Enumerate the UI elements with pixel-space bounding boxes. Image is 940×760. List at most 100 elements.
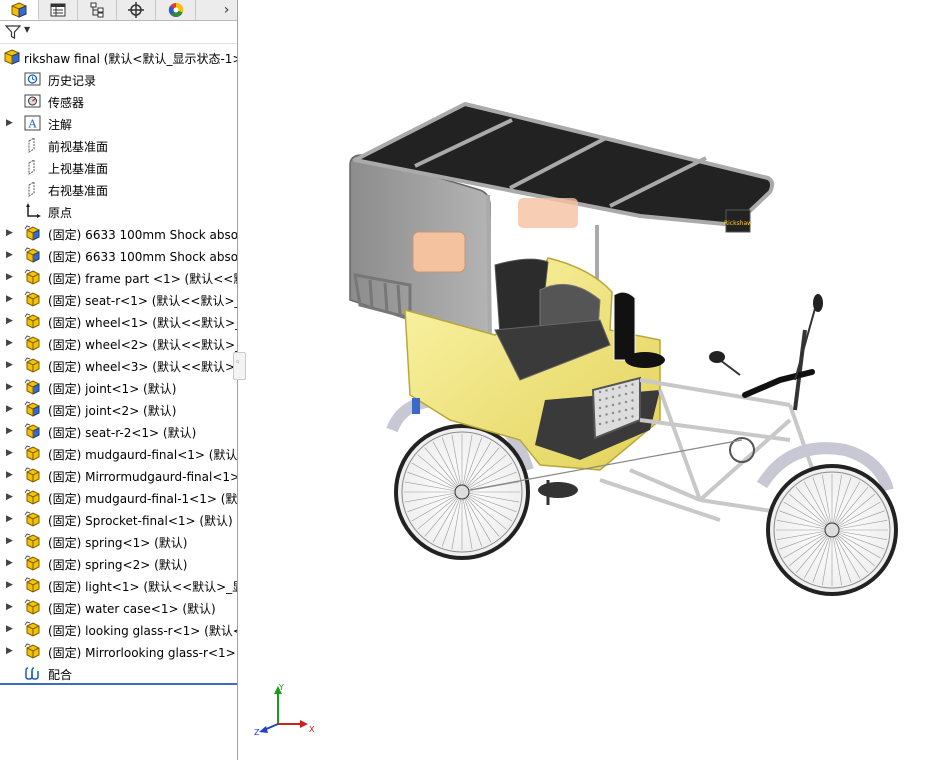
color-wheel-icon <box>168 3 183 18</box>
svg-text:Rickshaw: Rickshaw <box>724 220 752 227</box>
property-manager-tab[interactable] <box>39 0 78 20</box>
expand-arrow-icon[interactable]: ▶ <box>6 337 16 349</box>
tree-item[interactable]: ▶ (固定) Sprocket-final<1> (默认) <box>0 508 237 530</box>
tree-item-label: (固定) frame part <1> (默认<<默认 <box>48 272 237 286</box>
expand-arrow-icon[interactable]: ▶ <box>6 315 16 327</box>
feature-manager-panel: › ▼ rikshaw final (默认<默认_显示状态-1>) 历史记录 传感器… <box>0 0 238 760</box>
tree-item-label: (固定) Mirrorlooking glass-r<1> <box>48 646 236 660</box>
expand-arrow-icon[interactable]: ▶ <box>6 227 16 239</box>
tree-item[interactable]: 配合 <box>0 662 237 684</box>
tree-item-label: (固定) 6633 100mm Shock absorber <box>48 228 237 242</box>
tree-item[interactable]: 历史记录 <box>0 68 237 90</box>
tree-item[interactable]: 原点 <box>0 200 237 222</box>
tree-item-label: (固定) mudgaurd-final<1> (默认) <box>48 448 237 462</box>
expand-arrow-icon[interactable]: ▶ <box>6 469 16 481</box>
origin-icon <box>24 203 42 219</box>
tree-item[interactable]: ▶ (固定) 6633 100mm Shock absorber <box>0 244 237 266</box>
expand-arrow-icon[interactable]: ▶ <box>6 601 16 613</box>
expand-arrow-icon[interactable]: ▶ <box>6 403 16 415</box>
tab-scroll-right-icon[interactable]: › <box>216 0 237 20</box>
tree-item[interactable]: ▶ (固定) spring<2> (默认) <box>0 552 237 574</box>
expand-arrow-icon[interactable]: ▶ <box>6 249 16 261</box>
part-icon <box>24 577 42 593</box>
mirror-left <box>709 351 725 363</box>
graphics-viewport[interactable]: Rickshaw Y X Z <box>238 0 940 760</box>
part-icon <box>24 643 42 659</box>
handlebar <box>742 369 815 398</box>
triad-x-label: X <box>309 725 315 734</box>
axis-triad: Y X Z <box>254 683 315 737</box>
tree-item[interactable]: 传感器 <box>0 90 237 112</box>
feature-manager-icon <box>11 1 27 18</box>
tree-item[interactable]: ▶ (固定) wheel<1> (默认<<默认>_显 <box>0 310 237 332</box>
expand-arrow-icon[interactable]: ▶ <box>6 117 16 129</box>
tree-item[interactable]: ▶ (固定) Mirrormudgaurd-final<1> <box>0 464 237 486</box>
tree-item[interactable]: ▶ (固定) mudgaurd-final-1<1> (默认 <box>0 486 237 508</box>
rickshaw-model[interactable]: Rickshaw <box>238 0 940 760</box>
part-icon <box>24 489 42 505</box>
tree-item[interactable]: ▶ (固定) seat-r-2<1> (默认) <box>0 420 237 442</box>
tree-item[interactable]: ▶ (固定) joint<1> (默认) <box>0 376 237 398</box>
tree-root-assembly[interactable]: rikshaw final (默认<默认_显示状态-1>) <box>0 46 237 68</box>
subassembly-icon <box>24 401 42 417</box>
subassembly-icon <box>24 423 42 439</box>
expand-arrow-icon[interactable]: ▶ <box>6 491 16 503</box>
tree-item[interactable]: ▶ A 注解 <box>0 112 237 134</box>
display-manager-tab[interactable] <box>156 0 196 20</box>
history-icon <box>24 71 42 87</box>
tree-item[interactable]: ▶ (固定) wheel<3> (默认<<默认>_显 <box>0 354 237 376</box>
tree-item[interactable]: 右视基准面 <box>0 178 237 200</box>
part-icon <box>24 335 42 351</box>
feature-manager-tab[interactable] <box>0 0 39 20</box>
tree-item-label: (固定) Mirrormudgaurd-final<1> <box>48 470 237 484</box>
part-icon <box>24 555 42 571</box>
mirror-right <box>813 294 823 312</box>
tree-item-label: (固定) Sprocket-final<1> (默认) <box>48 514 233 528</box>
tree-item[interactable]: ▶ (固定) 6633 100mm Shock absorber <box>0 222 237 244</box>
tree-item[interactable]: ▶ (固定) joint<2> (默认) <box>0 398 237 420</box>
expand-arrow-icon[interactable]: ▶ <box>6 381 16 393</box>
tree-item[interactable]: 上视基准面 <box>0 156 237 178</box>
triad-y-label: Y <box>278 683 284 692</box>
expand-arrow-icon[interactable]: ▶ <box>6 557 16 569</box>
tree-item[interactable]: ▶ (固定) frame part <1> (默认<<默认 <box>0 266 237 288</box>
filter-icon[interactable] <box>5 24 21 40</box>
expand-arrow-icon[interactable]: ▶ <box>6 293 16 305</box>
expand-arrow-icon[interactable]: ▶ <box>6 623 16 635</box>
part-icon <box>24 269 42 285</box>
rear-window <box>412 231 466 273</box>
rickshaw-sign: Rickshaw <box>724 209 752 233</box>
tree-item[interactable]: ▶ (固定) wheel<2> (默认<<默认>_显 <box>0 332 237 354</box>
tree-item[interactable]: ▶ (固定) water case<1> (默认) <box>0 596 237 618</box>
expand-arrow-icon[interactable]: ▶ <box>6 513 16 525</box>
tree-item-label: (固定) wheel<3> (默认<<默认>_显 <box>48 360 237 374</box>
tree-item-label: (固定) looking glass-r<1> (默认< <box>48 624 237 638</box>
expand-arrow-icon[interactable]: ▶ <box>6 645 16 657</box>
tree-item-label: 右视基准面 <box>48 184 109 198</box>
panel-splitter-handle[interactable]: ◦ <box>233 352 246 380</box>
tree-item-label: 注解 <box>48 118 73 132</box>
rear-wheel <box>394 424 530 560</box>
expand-arrow-icon[interactable]: ▶ <box>6 535 16 547</box>
configuration-manager-tab[interactable] <box>78 0 117 20</box>
expand-arrow-icon[interactable]: ▶ <box>6 579 16 591</box>
tree-item[interactable]: ▶ (固定) spring<1> (默认) <box>0 530 237 552</box>
part-icon <box>24 467 42 483</box>
driver-seat <box>625 352 665 368</box>
expand-arrow-icon[interactable]: ▶ <box>6 359 16 371</box>
tree-item[interactable]: ▶ (固定) seat-r<1> (默认<<默认>_显 <box>0 288 237 310</box>
tree-item[interactable]: ▶ (固定) light<1> (默认<<默认>_显 <box>0 574 237 596</box>
tree-item[interactable]: ▶ (固定) mudgaurd-final<1> (默认) <box>0 442 237 464</box>
tree-item-label: (固定) 6633 100mm Shock absorber <box>48 250 237 264</box>
expand-arrow-icon[interactable]: ▶ <box>6 271 16 283</box>
tree-item[interactable]: ▶ (固定) Mirrorlooking glass-r<1> <box>0 640 237 662</box>
dimxpert-manager-tab[interactable] <box>117 0 156 20</box>
tree-item[interactable]: 前视基准面 <box>0 134 237 156</box>
filter-dropdown-icon[interactable]: ▼ <box>24 25 30 34</box>
subassembly-icon <box>24 225 42 241</box>
shock-absorber <box>412 398 420 414</box>
expand-arrow-icon[interactable]: ▶ <box>6 447 16 459</box>
expand-arrow-icon[interactable]: ▶ <box>6 425 16 437</box>
tree-item[interactable]: ▶ (固定) looking glass-r<1> (默认< <box>0 618 237 640</box>
tree-item-label: (固定) seat-r<1> (默认<<默认>_显 <box>48 294 237 308</box>
